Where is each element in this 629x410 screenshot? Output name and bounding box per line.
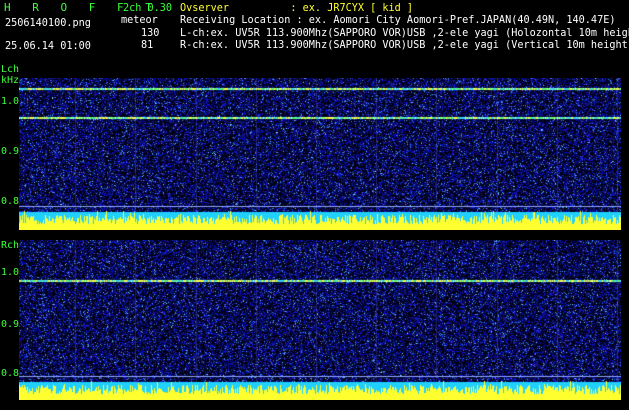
lch-spectrogram-canvas xyxy=(19,78,621,230)
rch-ytick-0-8: 0.8 xyxy=(1,368,20,379)
lch-spectrogram xyxy=(19,78,621,230)
khz-unit-label: kHz xyxy=(1,75,20,86)
mode-label: 2ch 0.30 xyxy=(123,3,173,14)
lch-ytick-0-8: 0.8 xyxy=(1,196,20,207)
filename-label: 2506140100.png xyxy=(5,18,91,29)
rch-count: 81 xyxy=(141,40,154,51)
rch-spectrogram xyxy=(19,240,621,400)
lch-count: 130 xyxy=(141,28,160,39)
rch-ytick-1-0: 1.0 xyxy=(1,267,20,278)
observer-info: Ovserver : ex. JR7CYX [ kid ] xyxy=(180,3,414,14)
rch-info: R-ch:ex. UV5R 113.900Mhz(SAPPORO VOR)USB… xyxy=(180,40,629,51)
location-info: Receiving Location : ex. Aomori City Aom… xyxy=(180,15,616,26)
meteor-label: meteor xyxy=(121,15,158,26)
rch-spectrogram-canvas xyxy=(19,240,621,400)
lch-ytick-1-0: 1.0 xyxy=(1,96,20,107)
datetime-label: 25.06.14 01:00 xyxy=(5,41,91,52)
rch-label: Rch xyxy=(1,240,20,251)
lch-info: L-ch:ex. UV5R 113.900Mhz(SAPPORO VOR)USB… xyxy=(180,28,629,39)
lch-ytick-0-9: 0.9 xyxy=(1,146,20,157)
rch-ytick-0-9: 0.9 xyxy=(1,319,20,330)
